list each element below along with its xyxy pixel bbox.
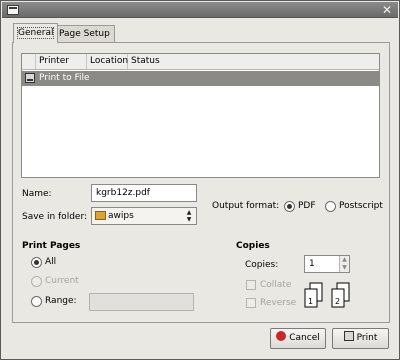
folder-icon bbox=[95, 211, 106, 220]
reverse-label: Reverse bbox=[260, 298, 297, 308]
name-label: Name: bbox=[22, 189, 52, 199]
cancel-button-label: Cancel bbox=[289, 333, 320, 343]
tab-page-setup[interactable]: Page Setup bbox=[54, 25, 115, 43]
column-icon-header[interactable] bbox=[22, 54, 36, 69]
print-button[interactable]: Print bbox=[332, 328, 389, 349]
print-dialog: ✕ General Page Setup Printer Location St… bbox=[0, 0, 400, 360]
range-input[interactable] bbox=[89, 293, 194, 311]
print-pages-title: Print Pages bbox=[22, 241, 81, 251]
print-icon bbox=[343, 331, 354, 341]
collate-checkbox[interactable] bbox=[246, 280, 256, 290]
radio-pdf[interactable] bbox=[284, 201, 295, 212]
print-button-label: Print bbox=[356, 333, 378, 343]
cancel-button[interactable]: Cancel bbox=[270, 328, 326, 349]
file-name-input[interactable]: kgrb12z.pdf bbox=[91, 184, 197, 202]
copies-label: Copies: bbox=[245, 260, 279, 270]
tab-general-label: General bbox=[16, 27, 55, 39]
printer-icon bbox=[25, 73, 35, 83]
close-icon[interactable]: ✕ bbox=[380, 3, 394, 17]
window-menu-icon[interactable] bbox=[7, 5, 19, 15]
svg-text:2: 2 bbox=[335, 297, 340, 306]
cancel-icon bbox=[276, 331, 287, 341]
svg-text:1: 1 bbox=[308, 297, 313, 306]
radio-current-label: Current bbox=[45, 276, 79, 286]
copies-title: Copies bbox=[236, 241, 270, 251]
radio-current[interactable] bbox=[31, 276, 42, 287]
spinner-arrows-icon[interactable]: ▲ ▼ bbox=[339, 256, 349, 272]
radio-pdf-label: PDF bbox=[298, 201, 316, 211]
save-in-folder-combo[interactable]: awips ▲ ▼ bbox=[91, 207, 197, 225]
radio-range[interactable] bbox=[31, 296, 42, 307]
reverse-checkbox[interactable] bbox=[246, 298, 256, 308]
tab-page-setup-label: Page Setup bbox=[59, 29, 110, 39]
radio-postscript-label: Postscript bbox=[339, 201, 383, 211]
printer-row-selected[interactable]: Print to File bbox=[22, 71, 379, 86]
radio-postscript[interactable] bbox=[325, 201, 336, 212]
copies-value: 1 bbox=[309, 259, 315, 269]
collate-pages-icon: 1 2 bbox=[304, 282, 350, 308]
column-header-status[interactable]: Status bbox=[128, 54, 188, 69]
title-bar: ✕ bbox=[2, 2, 398, 18]
save-in-folder-label: Save in folder: bbox=[22, 212, 88, 222]
column-header-printer[interactable]: Printer bbox=[36, 54, 87, 69]
printer-list[interactable]: Printer Location Status Print to File bbox=[21, 53, 380, 178]
chevron-up-down-icon: ▲ ▼ bbox=[186, 209, 192, 223]
collate-label: Collate bbox=[260, 280, 292, 290]
folder-value: awips bbox=[108, 211, 134, 221]
printer-list-header: Printer Location Status bbox=[22, 54, 379, 70]
radio-all-label: All bbox=[45, 257, 57, 267]
copies-spinner[interactable]: 1 ▲ ▼ bbox=[304, 255, 350, 273]
printer-name: Print to File bbox=[39, 73, 90, 83]
column-header-location[interactable]: Location bbox=[87, 54, 128, 69]
radio-range-label: Range: bbox=[45, 296, 77, 306]
output-format-label: Output format: bbox=[212, 201, 280, 211]
radio-all[interactable] bbox=[31, 257, 42, 268]
tab-general[interactable]: General bbox=[13, 23, 59, 43]
